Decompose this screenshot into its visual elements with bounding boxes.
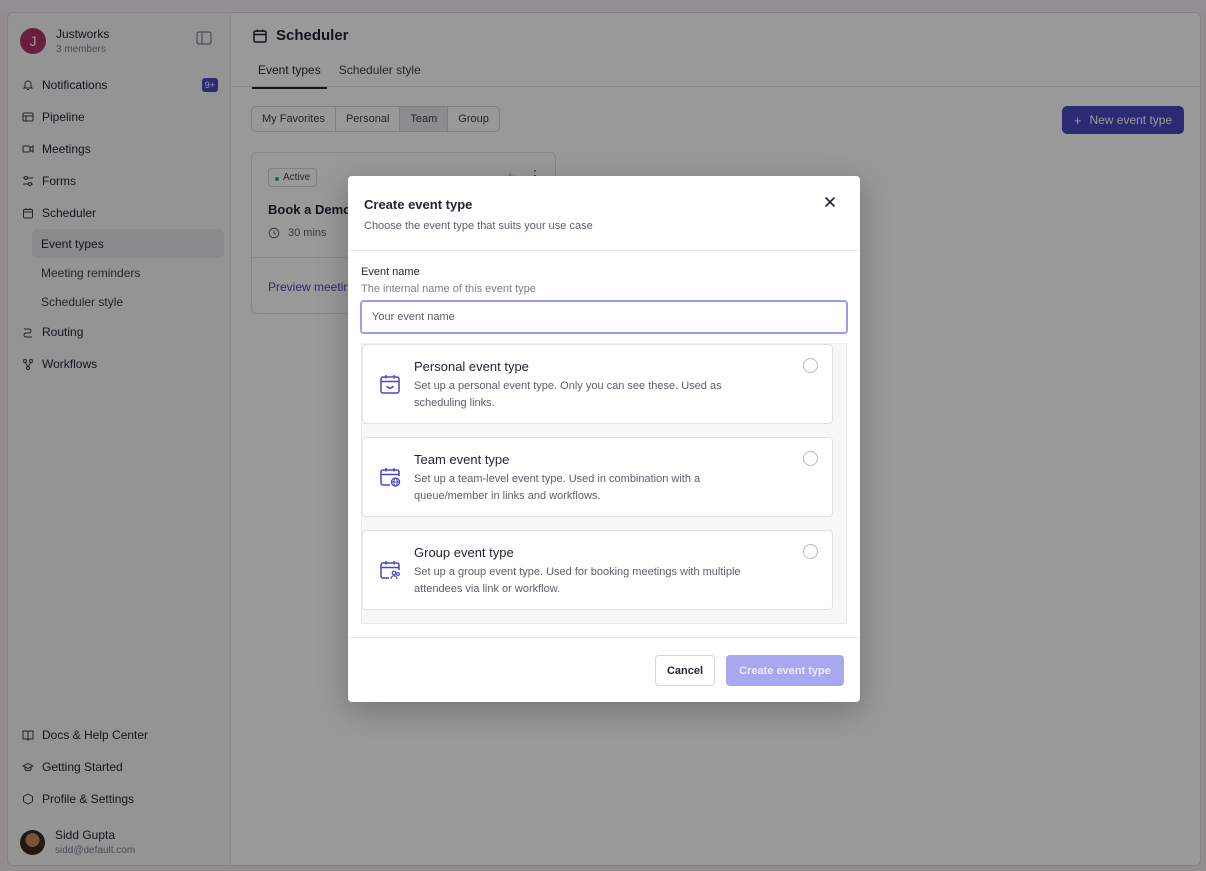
event-type-options: Personal event type Set up a personal ev… [361, 343, 847, 624]
create-event-type-modal: Create event type Choose the event type … [348, 176, 860, 702]
option-description: Set up a team-level event type. Used in … [414, 473, 701, 502]
option-radio[interactable] [803, 451, 818, 466]
modal-subtitle: Choose the event type that suits your us… [364, 220, 593, 232]
option-radio[interactable] [803, 544, 818, 559]
modal-title: Create event type [364, 197, 473, 212]
event-name-label: Event name [361, 266, 420, 278]
create-event-type-button[interactable]: Create event type [726, 655, 844, 686]
option-title: Personal event type [414, 359, 529, 374]
option-team-event-type[interactable]: Team event type Set up a team-level even… [362, 437, 833, 517]
option-title: Team event type [414, 452, 510, 467]
option-description: Set up a group event type. Used for book… [414, 566, 741, 595]
event-name-help: The internal name of this event type [361, 283, 536, 295]
cancel-button[interactable]: Cancel [655, 655, 715, 686]
modal-footer-divider [348, 637, 860, 638]
calendar-group-icon [379, 559, 401, 581]
event-name-input[interactable] [360, 300, 848, 334]
option-personal-event-type[interactable]: Personal event type Set up a personal ev… [362, 344, 833, 424]
option-description: Set up a personal event type. Only you c… [414, 380, 722, 409]
calendar-smile-icon [379, 373, 401, 395]
option-title: Group event type [414, 545, 514, 560]
option-radio[interactable] [803, 358, 818, 373]
option-group-event-type[interactable]: Group event type Set up a group event ty… [362, 530, 833, 610]
modal-divider [348, 250, 860, 251]
calendar-globe-icon [379, 466, 401, 488]
close-icon[interactable] [822, 194, 838, 210]
